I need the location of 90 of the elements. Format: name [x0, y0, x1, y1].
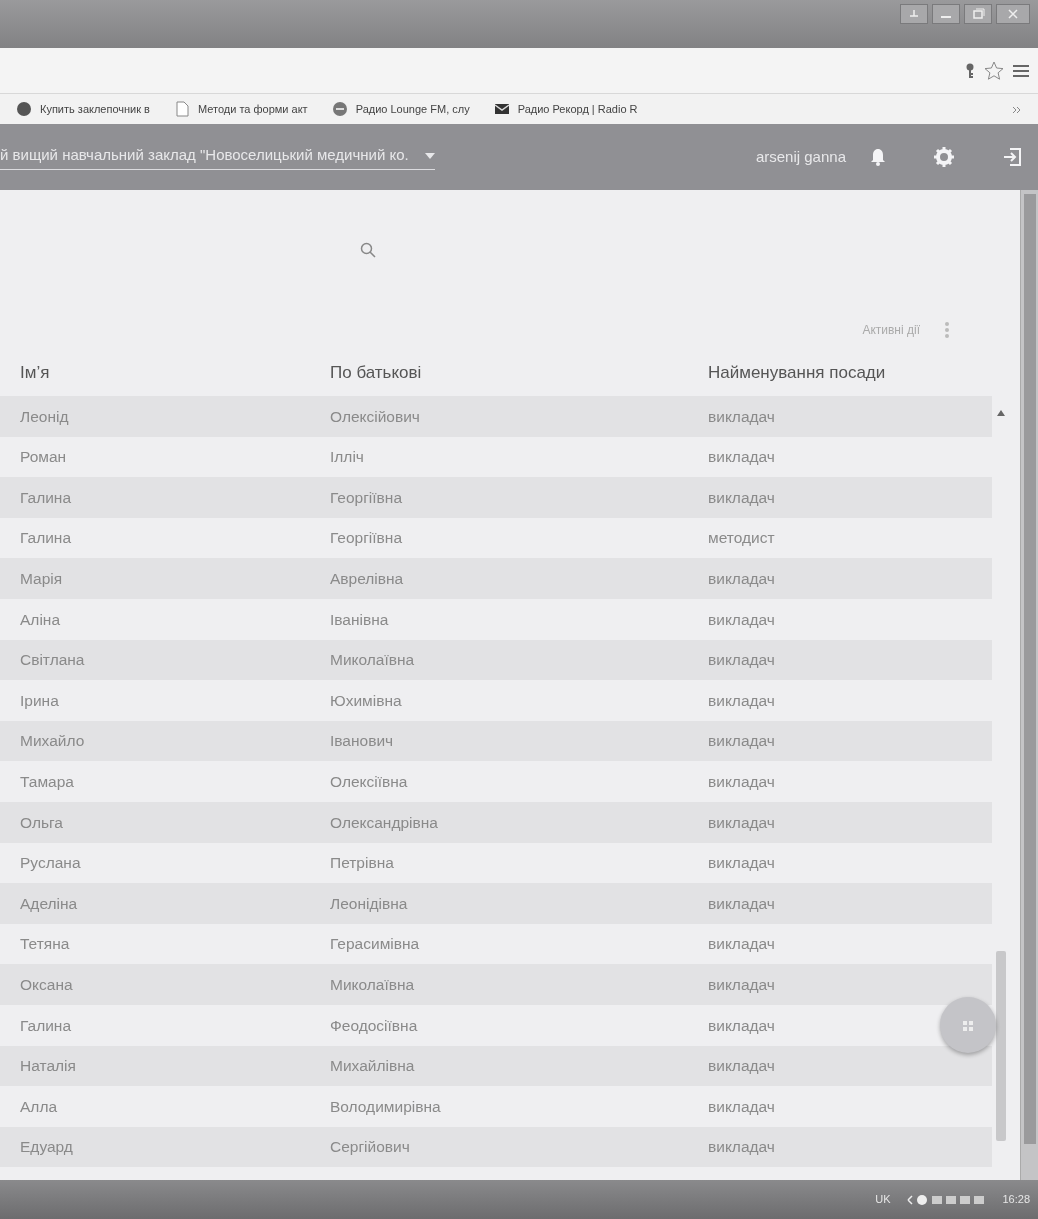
table-cell: викладач	[708, 448, 775, 466]
table-cell: Леонід	[20, 407, 69, 425]
blob-icon	[16, 101, 32, 117]
table-cell: викладач	[708, 1057, 775, 1075]
table-cell: Леонідівна	[330, 894, 408, 912]
table-cell: викладач	[708, 651, 775, 669]
table-cell: Аліна	[20, 610, 60, 628]
table-cell: Герасимівна	[330, 935, 420, 953]
table-cell: викладач	[708, 570, 775, 588]
table-cell: Михайло	[20, 732, 85, 750]
column-header[interactable]: По батькові	[330, 363, 422, 383]
table-cell: Галина	[20, 529, 72, 547]
pin-icon[interactable]	[900, 4, 928, 24]
page-icon	[173, 101, 190, 117]
table-cell: Тетяна	[20, 935, 70, 953]
table-cell: викладач	[708, 854, 775, 872]
bookmark[interactable]: Радио Lounge FM, слу	[355, 100, 470, 118]
table-cell: Олександрівна	[330, 813, 438, 831]
scrollbar-thumb[interactable]	[996, 951, 1006, 1141]
grid-icon	[963, 1020, 973, 1031]
column-header[interactable]: Ім’я	[20, 363, 50, 383]
table-cell: Едуард	[20, 1138, 73, 1156]
bell-icon[interactable]	[870, 148, 886, 166]
table-cell: Юхимівна	[330, 691, 402, 709]
table-cell: Олексійович	[330, 407, 420, 425]
table-cell: Георгіївна	[330, 529, 403, 547]
disc-icon	[331, 101, 348, 117]
table-cell: викладач	[708, 407, 775, 425]
table-cell: Миколаївна	[330, 976, 415, 993]
table-cell: Ірина	[20, 691, 59, 709]
bookmark[interactable]: Методи та форми акт	[197, 100, 308, 118]
table-cell: Михайлівна	[330, 1057, 415, 1075]
table-cell: Оксана	[20, 976, 73, 993]
table-cell: Руслана	[20, 854, 81, 872]
table-cell: Алла	[20, 1097, 58, 1115]
table-cell: викладач	[708, 1097, 775, 1115]
table-cell: Галина	[20, 1016, 72, 1034]
table-cell: викладач	[708, 935, 775, 953]
table-cell: викладач	[708, 773, 775, 790]
table-cell: Миколаївна	[330, 651, 415, 669]
envelope-icon	[493, 101, 510, 117]
table-cell: викладач	[708, 976, 775, 993]
chevron-icon[interactable]	[1012, 105, 1022, 114]
caret-icon	[424, 152, 435, 159]
menu-icon[interactable]	[1012, 62, 1030, 79]
table-cell: Аделіна	[20, 894, 78, 912]
language-indicator[interactable]: UK	[875, 1191, 891, 1208]
table-cell: Галина	[20, 488, 72, 506]
bookmark[interactable]: Купить заклепочник в	[40, 100, 150, 118]
table-cell: викладач	[708, 894, 775, 912]
scroll-up-icon[interactable]	[997, 410, 1005, 416]
key-icon[interactable]	[964, 62, 976, 79]
table-cell: викладач	[708, 610, 775, 628]
table-cell: Феодосіївна	[330, 1016, 418, 1034]
restore-icon[interactable]	[964, 4, 992, 24]
table-cell: Володимирівна	[330, 1097, 441, 1115]
table-cell: викладач	[708, 691, 775, 709]
table-cell: Петрівна	[330, 854, 394, 872]
table-cell: Ольга	[20, 813, 63, 831]
table-cell: викладач	[708, 488, 775, 506]
close-icon[interactable]	[996, 4, 1030, 24]
table-cell: Аврелівна	[330, 570, 404, 588]
table-cell: Світлана	[20, 651, 85, 669]
table-cell: Тамара	[20, 773, 74, 790]
table-cell: викладач	[708, 1016, 775, 1034]
table-cell: Іванівна	[330, 610, 389, 628]
table-cell: Роман	[20, 448, 67, 466]
clock[interactable]: 16:28	[1002, 1191, 1030, 1208]
search-icon[interactable]	[360, 242, 376, 258]
star-icon[interactable]	[984, 60, 1004, 81]
table-cell: методист	[708, 529, 775, 547]
user-name: arsenij ganna	[755, 146, 846, 167]
table-cell: Ілліч	[330, 448, 364, 466]
column-header[interactable]: Найменування посади	[708, 363, 886, 383]
table-cell: Марія	[20, 570, 63, 588]
table-cell: Сергійович	[330, 1138, 410, 1156]
bookmark[interactable]: Радио Рекорд | Radio R	[517, 100, 638, 118]
table-cell: Іванович	[330, 732, 394, 750]
table-cell: Георгіївна	[330, 488, 403, 506]
table-cell: викладач	[708, 813, 775, 831]
exit-icon[interactable]	[1002, 147, 1022, 167]
scrollbar[interactable]	[1020, 190, 1038, 1180]
gear-icon[interactable]	[934, 147, 954, 167]
tray-icons[interactable]	[906, 1192, 987, 1207]
table-cell: Наталія	[20, 1057, 76, 1075]
table-cell: викладач	[708, 732, 775, 750]
table-cell: Олексіївна	[330, 773, 408, 790]
table-cell: викладач	[708, 1138, 775, 1156]
minimize-icon[interactable]	[932, 4, 960, 24]
kebab-icon[interactable]	[944, 321, 950, 339]
